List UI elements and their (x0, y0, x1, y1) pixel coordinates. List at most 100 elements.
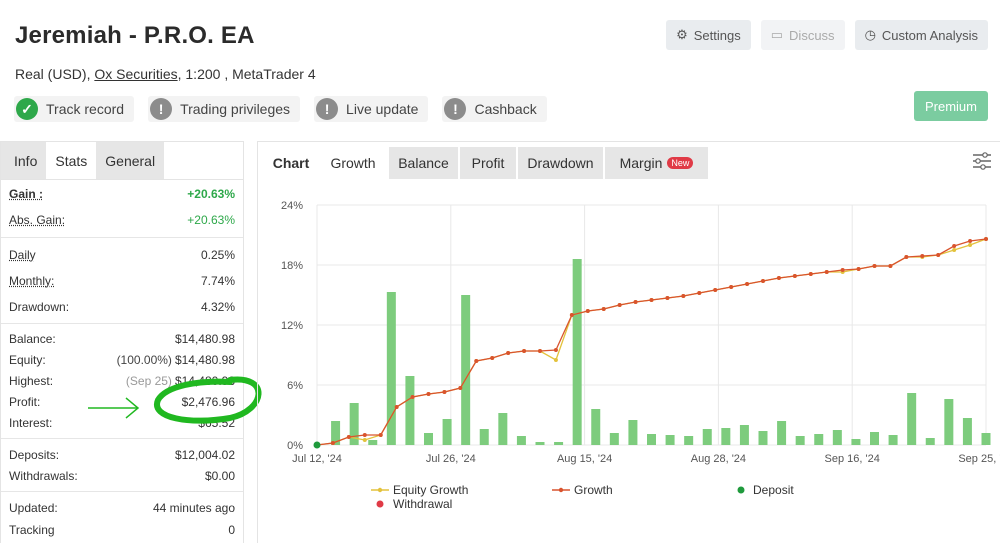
track-record-badge[interactable]: ✓ Track record (14, 96, 135, 122)
legend-withdrawal[interactable]: Withdrawal (393, 497, 452, 511)
tab-balance[interactable]: Balance (389, 147, 458, 179)
growth-bar (684, 436, 694, 445)
growth-point (362, 433, 367, 437)
growth-point (633, 300, 638, 304)
abs-gain-value: +20.63% (187, 213, 235, 227)
growth-point (410, 395, 415, 399)
clock-icon: ◷ (864, 27, 876, 42)
custom-analysis-button[interactable]: ◷ Custom Analysis (854, 20, 988, 50)
growth-point (426, 392, 431, 396)
tab-growth[interactable]: Growth (320, 147, 386, 179)
gain-label[interactable]: Gain : (9, 187, 43, 201)
tab-general[interactable]: General (96, 142, 165, 179)
growth-point (665, 296, 670, 300)
growth-bar (702, 429, 712, 445)
x-tick-label: Jul 12, '24 (292, 453, 342, 465)
status-badges: ✓ Track record ! Trading privileges ! Li… (14, 96, 547, 122)
growth-bar (665, 435, 675, 445)
growth-point (761, 279, 765, 283)
stat-abs-gain: Abs. Gain: +20.63% (9, 212, 235, 228)
growth-point (824, 270, 829, 274)
settings-button[interactable]: ⚙ Settings (666, 20, 751, 50)
live-update-badge[interactable]: ! Live update (314, 96, 429, 122)
growth-point (904, 255, 909, 259)
custom-analysis-label: Custom Analysis (881, 27, 978, 43)
drawdown-label: Drawdown: (9, 300, 70, 314)
growth-point (697, 291, 702, 295)
equity-growth-point (968, 243, 973, 247)
tab-info[interactable]: Info (1, 142, 47, 179)
tab-drawdown[interactable]: Drawdown (518, 147, 603, 179)
monthly-label[interactable]: Monthly: (9, 274, 54, 288)
account-subtitle: Real (USD), Ox Securities, 1:200 , MetaT… (15, 66, 316, 82)
growth-point (888, 264, 893, 268)
growth-bar (572, 259, 582, 445)
cashback-badge[interactable]: ! Cashback (442, 96, 547, 122)
growth-point (378, 433, 383, 437)
growth-point (729, 285, 734, 289)
growth-point (649, 298, 654, 302)
equity-growth-line (316, 238, 987, 446)
growth-point (490, 356, 495, 360)
growth-bar (479, 429, 489, 445)
stat-tracking: Tracking 0 (9, 522, 235, 538)
updated-value: 44 minutes ago (152, 501, 235, 515)
legend-growth[interactable]: Growth (574, 483, 613, 497)
legend-deposit[interactable]: Deposit (753, 483, 794, 497)
premium-button[interactable]: Premium (914, 91, 988, 121)
check-icon: ✓ (16, 98, 38, 120)
balance-value: $14,480.98 (174, 332, 235, 346)
equity-growth-point (952, 248, 957, 252)
trading-privileges-badge[interactable]: ! Trading privileges (148, 96, 301, 122)
exclamation-icon: ! (316, 98, 339, 120)
discuss-button[interactable]: ▭ Discuss (760, 20, 845, 50)
tab-margin[interactable]: Margin New (605, 147, 708, 179)
growth-point (569, 313, 574, 317)
exclamation-icon: ! (444, 98, 467, 120)
growth-bar (814, 434, 824, 445)
broker-link[interactable]: Ox Securities (94, 66, 177, 82)
interest-label: Interest: (9, 416, 53, 430)
growth-point (745, 282, 750, 286)
daily-label[interactable]: Daily (9, 248, 36, 262)
daily-value: 0.25% (200, 248, 235, 262)
deposits-label: Deposits: (9, 448, 60, 462)
growth-bar (628, 420, 638, 445)
growth-point (585, 309, 590, 313)
tab-chart[interactable]: Chart (264, 147, 318, 179)
tab-profit[interactable]: Profit (460, 147, 516, 179)
badge-label: Trading privileges (180, 101, 291, 117)
equity-value: $14,480.98 (174, 353, 235, 367)
growth-point (968, 239, 973, 243)
growth-point (522, 349, 527, 353)
deposit-marker (313, 441, 321, 449)
tab-stats[interactable]: Stats (46, 142, 97, 179)
growth-bar (591, 409, 601, 445)
x-tick-label: Sep 16, '24 (825, 453, 880, 465)
y-tick-label: 0% (287, 440, 303, 452)
growth-point (840, 268, 845, 272)
growth-bar (907, 393, 917, 445)
exclamation-icon: ! (150, 98, 173, 120)
growth-bar (795, 436, 805, 445)
stat-balance: Balance: $14,480.98 (9, 331, 235, 347)
growth-bar (981, 433, 991, 445)
chart-panel: Chart Growth Balance Profit Drawdown Mar… (257, 141, 1000, 543)
y-tick-label: 24% (281, 200, 303, 212)
growth-point (713, 288, 718, 292)
abs-gain-label[interactable]: Abs. Gain: (9, 213, 65, 227)
growth-point (394, 405, 399, 409)
y-tick-label: 6% (287, 380, 303, 392)
filter-settings-icon[interactable] (972, 152, 992, 170)
growth-point (920, 254, 925, 258)
stats-tabs: Info Stats General (1, 142, 243, 180)
legend-growth-marker (558, 487, 564, 493)
legend-deposit-marker (737, 486, 745, 494)
growth-point (792, 274, 797, 278)
growth-bar (609, 433, 619, 445)
growth-bar (368, 440, 378, 445)
legend-equity-growth[interactable]: Equity Growth (393, 483, 468, 497)
profit-label: Profit: (9, 395, 41, 409)
gain-value: +20.63% (187, 187, 235, 201)
growth-bar (461, 295, 471, 445)
